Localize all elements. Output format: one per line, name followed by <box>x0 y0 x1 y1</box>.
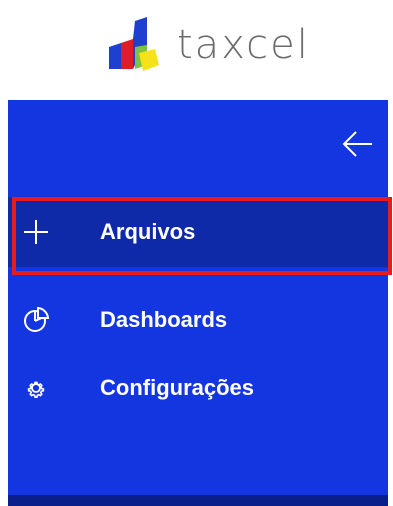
sidebar-item-label: Arquivos <box>100 219 196 244</box>
sidebar-item-label: Configurações <box>100 375 255 400</box>
sidebar-item-arquivos[interactable]: Arquivos <box>8 197 392 275</box>
brand-name: taxcel <box>177 22 310 68</box>
gear-icon <box>27 381 45 399</box>
pie-chart-icon <box>24 306 50 332</box>
app-header: taxcel <box>0 0 393 100</box>
sidebar-item-label: Dashboards <box>100 307 228 332</box>
sidebar: Arquivos Dashboards Configurações <box>8 100 392 495</box>
sidebar-item-dashboards[interactable]: Dashboards <box>8 285 388 355</box>
arrow-left-icon[interactable] <box>342 130 374 158</box>
sidebar-footer <box>8 495 388 506</box>
taxcel-logo[interactable]: taxcel <box>105 10 310 80</box>
taxcel-logo-mark-icon <box>109 17 159 71</box>
plus-icon <box>24 220 48 244</box>
sidebar-item-configuracoes[interactable]: Configurações <box>8 353 388 423</box>
